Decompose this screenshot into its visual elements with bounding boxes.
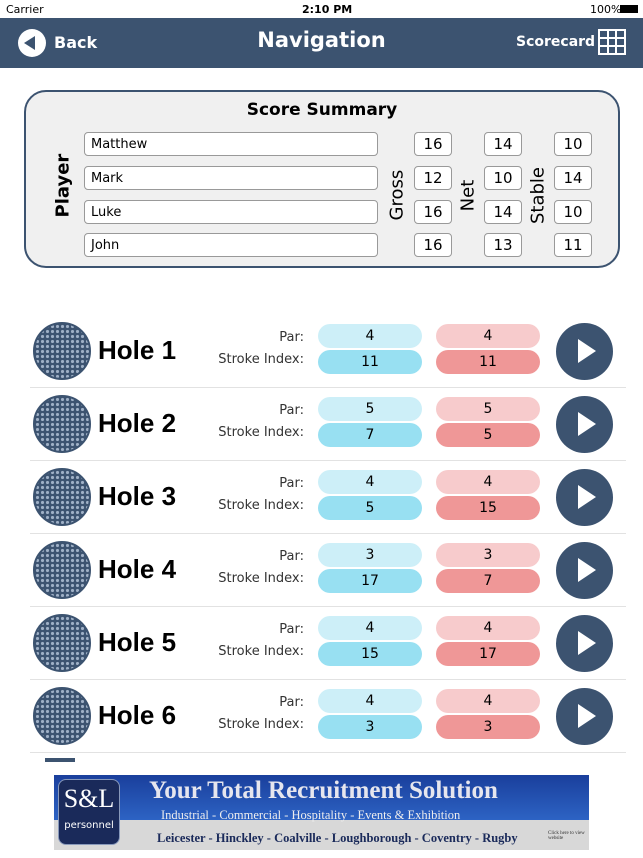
stroke-index-label: Stroke Index: <box>218 644 304 659</box>
scorecard-label: Scorecard <box>516 34 596 50</box>
play-icon[interactable] <box>556 396 613 453</box>
stroke-index-red: 7 <box>436 569 540 593</box>
stroke-index-label: Stroke Index: <box>218 498 304 513</box>
play-icon[interactable] <box>556 688 613 745</box>
golf-ball-icon <box>33 322 91 380</box>
player-label: Player <box>52 153 74 218</box>
stroke-index-blue: 7 <box>318 423 422 447</box>
player-name-input[interactable]: Matthew <box>84 132 378 156</box>
play-icon[interactable] <box>556 323 613 380</box>
golf-ball-icon <box>33 541 91 599</box>
hole-row[interactable]: Hole 2 Par: Stroke Index: 5 7 5 5 <box>30 388 626 461</box>
hole-row[interactable]: Hole 3 Par: Stroke Index: 4 5 4 15 <box>30 461 626 534</box>
stroke-index-blue: 5 <box>318 496 422 520</box>
par-red: 3 <box>436 543 540 567</box>
net-score: 14 <box>484 200 522 224</box>
hole-row[interactable]: Hole 6 Par: Stroke Index: 4 3 4 3 <box>30 680 626 753</box>
hole-row[interactable]: Hole 4 Par: Stroke Index: 3 17 3 7 <box>30 534 626 607</box>
player-name-input[interactable]: John <box>84 233 378 257</box>
par-blue: 3 <box>318 543 422 567</box>
carrier: Carrier <box>6 3 44 16</box>
stroke-index-red: 17 <box>436 642 540 666</box>
clock: 2:10 PM <box>302 3 353 16</box>
stroke-index-label: Stroke Index: <box>218 717 304 732</box>
gross-score: 12 <box>414 166 452 190</box>
par-red: 5 <box>436 397 540 421</box>
hole-name: Hole 6 <box>98 700 177 730</box>
hole-row[interactable]: Hole 5 Par: Stroke Index: 4 15 4 17 <box>30 607 626 680</box>
gross-score: 16 <box>414 132 452 156</box>
stableford-score: 10 <box>554 132 592 156</box>
par-blue: 4 <box>318 324 422 348</box>
battery-icon <box>620 5 638 13</box>
logo: S&L personnel <box>58 779 120 845</box>
hole-name: Hole 1 <box>98 335 177 365</box>
stroke-index-blue: 3 <box>318 715 422 739</box>
stroke-index-red: 5 <box>436 423 540 447</box>
banner-headline: Your Total Recruitment Solution <box>149 777 498 804</box>
par-red: 4 <box>436 470 540 494</box>
stroke-index-label: Stroke Index: <box>218 425 304 440</box>
play-icon[interactable] <box>556 615 613 672</box>
banner-sectors: Industrial - Commercial - Hospitality - … <box>161 808 461 822</box>
net-score: 13 <box>484 233 522 257</box>
scorecard-button[interactable]: Scorecard <box>516 28 628 58</box>
stroke-index-label: Stroke Index: <box>218 352 304 367</box>
stroke-index-red: 11 <box>436 350 540 374</box>
status-bar: Carrier 2:10 PM 100% <box>0 0 643 18</box>
par-blue: 4 <box>318 470 422 494</box>
net-label: Net <box>457 179 479 212</box>
stroke-index-blue: 15 <box>318 642 422 666</box>
par-label: Par: <box>279 476 304 491</box>
par-label: Par: <box>279 695 304 710</box>
par-red: 4 <box>436 616 540 640</box>
par-blue: 5 <box>318 397 422 421</box>
player-name-input[interactable]: Luke <box>84 200 378 224</box>
grid-icon <box>598 29 626 55</box>
hole-name: Hole 5 <box>98 627 177 657</box>
summary-title: Score Summary <box>246 100 398 120</box>
stableford-score: 10 <box>554 200 592 224</box>
gross-score: 16 <box>414 233 452 257</box>
battery-percent: 100% <box>590 3 622 16</box>
stroke-index-red: 3 <box>436 715 540 739</box>
par-label: Par: <box>279 549 304 564</box>
stable-label: Stable <box>527 167 549 225</box>
stableford-score: 14 <box>554 166 592 190</box>
par-label: Par: <box>279 403 304 418</box>
stroke-index-label: Stroke Index: <box>218 571 304 586</box>
net-score: 14 <box>484 132 522 156</box>
golf-ball-icon <box>33 614 91 672</box>
stroke-index-red: 15 <box>436 496 540 520</box>
next-row-peek <box>30 758 626 762</box>
golf-ball-icon <box>33 687 91 745</box>
par-blue: 4 <box>318 616 422 640</box>
score-summary: Score Summary Player Gross Net Stable Ma… <box>24 90 620 268</box>
net-score: 10 <box>484 166 522 190</box>
hole-name: Hole 2 <box>98 408 177 438</box>
hole-name: Hole 4 <box>98 554 177 584</box>
player-name-input[interactable]: Mark <box>84 166 378 190</box>
play-icon[interactable] <box>556 542 613 599</box>
play-icon[interactable] <box>556 469 613 526</box>
gross-label: Gross <box>386 169 408 221</box>
navigation-bar: Back Navigation Scorecard <box>0 18 643 68</box>
golf-ball-icon <box>33 395 91 453</box>
gross-score: 16 <box>414 200 452 224</box>
par-blue: 4 <box>318 689 422 713</box>
par-label: Par: <box>279 622 304 637</box>
hole-row[interactable]: Hole 1 Par: Stroke Index: 4 11 4 11 <box>30 315 626 388</box>
par-label: Par: <box>279 330 304 345</box>
golf-ball-icon <box>33 468 91 526</box>
banner-cta: Click here to view website <box>548 831 585 841</box>
banner-towns: Leicester - Hinckley - Coalville - Lough… <box>157 831 518 845</box>
par-red: 4 <box>436 689 540 713</box>
hole-name: Hole 3 <box>98 481 177 511</box>
par-red: 4 <box>436 324 540 348</box>
advert-banner[interactable]: S&L personnel Your Total Recruitment Sol… <box>54 775 589 850</box>
stroke-index-blue: 11 <box>318 350 422 374</box>
stroke-index-blue: 17 <box>318 569 422 593</box>
stableford-score: 11 <box>554 233 592 257</box>
